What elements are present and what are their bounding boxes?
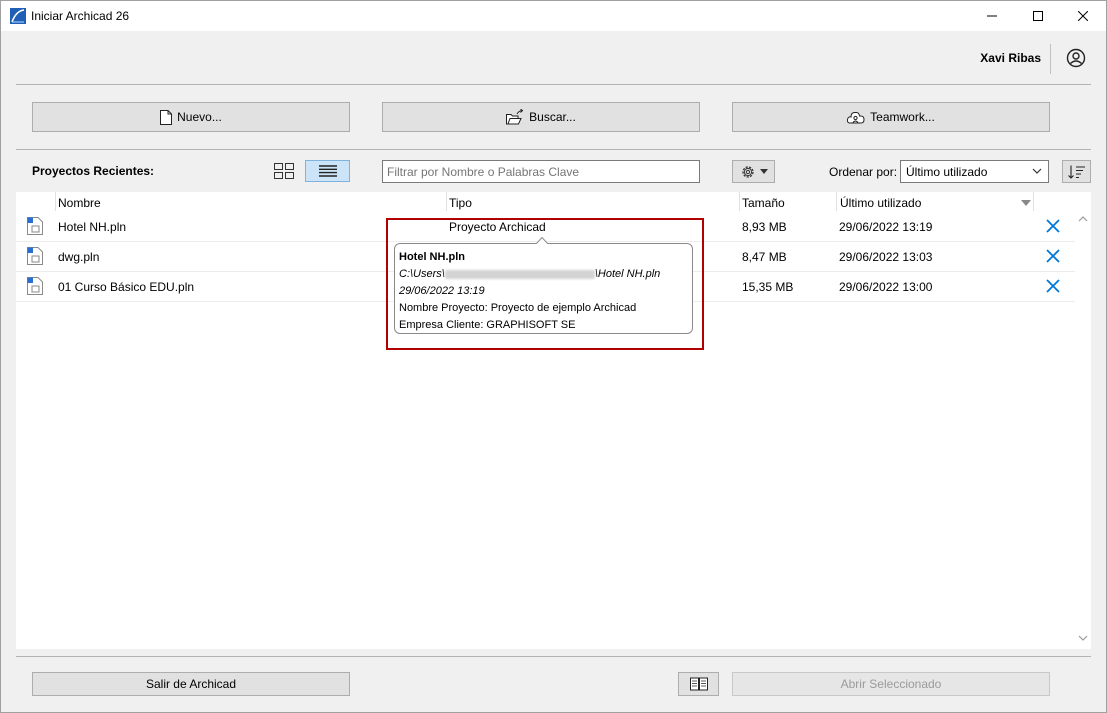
tooltip-pointer <box>536 237 548 244</box>
recent-projects-heading: Proyectos Recientes: <box>32 164 155 178</box>
user-name: Xavi Ribas <box>980 51 1041 65</box>
project-last-used: 29/06/2022 13:00 <box>839 280 933 294</box>
project-name: Hotel NH.pln <box>58 220 127 234</box>
new-document-icon <box>160 109 173 125</box>
browse-label: Buscar... <box>529 110 576 124</box>
project-last-used: 29/06/2022 13:03 <box>839 250 933 264</box>
sort-descending-icon <box>1021 200 1031 206</box>
redacted-path <box>444 269 595 279</box>
teamwork-button[interactable]: Teamwork... <box>732 102 1050 132</box>
open-selected-button[interactable]: Abrir Seleccionado <box>732 672 1050 696</box>
column-header-last-used[interactable]: Último utilizado <box>840 196 921 210</box>
list-view-icon <box>318 165 337 177</box>
project-last-used: 29/06/2022 13:19 <box>839 220 933 234</box>
column-header-size[interactable]: Tamaño <box>742 196 785 210</box>
tooltip-title: Hotel NH.pln <box>399 251 465 263</box>
remove-icon[interactable] <box>1045 248 1061 264</box>
divider <box>16 656 1091 657</box>
grid-view-icon <box>273 163 294 179</box>
chevron-down-icon <box>1032 168 1042 174</box>
divider <box>16 149 1091 150</box>
settings-menu-button[interactable] <box>732 160 775 183</box>
tooltip-path: C:\Users\ \Hotel NH.pln <box>399 268 661 280</box>
quit-label: Salir de Archicad <box>145 677 237 691</box>
remove-icon[interactable] <box>1045 218 1061 234</box>
archicad-logo-icon <box>10 8 26 24</box>
scroll-up-icon[interactable] <box>1077 213 1089 225</box>
user-divider <box>1050 44 1051 74</box>
maximize-button[interactable] <box>1015 1 1061 31</box>
browse-button[interactable]: Buscar... <box>382 102 700 132</box>
sort-direction-button[interactable] <box>1062 160 1091 183</box>
project-size: 8,93 MB <box>742 220 787 234</box>
close-icon <box>1078 11 1088 21</box>
tooltip-date: 29/06/2022 13:19 <box>399 285 485 297</box>
user-account-icon[interactable] <box>1066 48 1086 68</box>
project-size: 8,47 MB <box>742 250 787 264</box>
new-project-button[interactable]: Nuevo... <box>32 102 350 132</box>
maximize-icon <box>1033 11 1043 21</box>
project-size: 15,35 MB <box>742 280 794 294</box>
column-separator <box>739 192 740 211</box>
minimize-button[interactable] <box>969 1 1015 31</box>
quit-archicad-button[interactable]: Salir de Archicad <box>32 672 350 696</box>
sort-by-select[interactable]: Último utilizado <box>900 160 1049 183</box>
teamwork-icon <box>847 111 865 124</box>
sort-order-icon <box>1067 165 1085 179</box>
column-separator <box>836 192 837 211</box>
open-folder-icon <box>506 109 524 125</box>
column-separator <box>55 192 56 211</box>
gear-icon <box>741 165 754 178</box>
sort-by-value: Último utilizado <box>906 165 988 179</box>
preview-button[interactable] <box>678 672 719 696</box>
column-header-name[interactable]: Nombre <box>58 196 101 210</box>
pln-file-icon <box>27 217 43 235</box>
title-bar: Iniciar Archicad 26 <box>1 1 1106 31</box>
column-separator <box>446 192 447 211</box>
column-header-type[interactable]: Tipo <box>449 196 472 210</box>
sort-by-label: Ordenar por: <box>829 165 898 179</box>
minimize-icon <box>987 15 997 17</box>
grid-view-button[interactable] <box>261 160 306 182</box>
project-name: dwg.pln <box>58 250 100 264</box>
pln-file-icon <box>27 247 43 265</box>
column-separator <box>1033 192 1034 211</box>
list-view-button[interactable] <box>305 160 350 182</box>
project-tooltip: Hotel NH.pln C:\Users\ \Hotel NH.pln 29/0… <box>394 243 693 334</box>
project-type: Proyecto Archicad <box>449 220 546 234</box>
window-title: Iniciar Archicad 26 <box>31 9 130 23</box>
book-icon <box>689 677 708 691</box>
teamwork-label: Teamwork... <box>870 110 935 124</box>
open-selected-label: Abrir Seleccionado <box>840 677 942 691</box>
close-button[interactable] <box>1060 1 1106 31</box>
tooltip-project-name: Nombre Proyecto: Proyecto de ejemplo Arc… <box>399 302 637 314</box>
remove-icon[interactable] <box>1045 278 1061 294</box>
new-project-label: Nuevo... <box>177 110 222 124</box>
filter-input[interactable] <box>382 160 700 183</box>
scroll-down-icon[interactable] <box>1077 632 1089 644</box>
divider <box>16 84 1091 85</box>
tooltip-client: Empresa Cliente: GRAPHISOFT SE <box>399 319 576 331</box>
project-name: 01 Curso Básico EDU.pln <box>58 280 195 294</box>
dropdown-arrow-icon <box>759 169 768 174</box>
pln-file-icon <box>27 277 43 295</box>
